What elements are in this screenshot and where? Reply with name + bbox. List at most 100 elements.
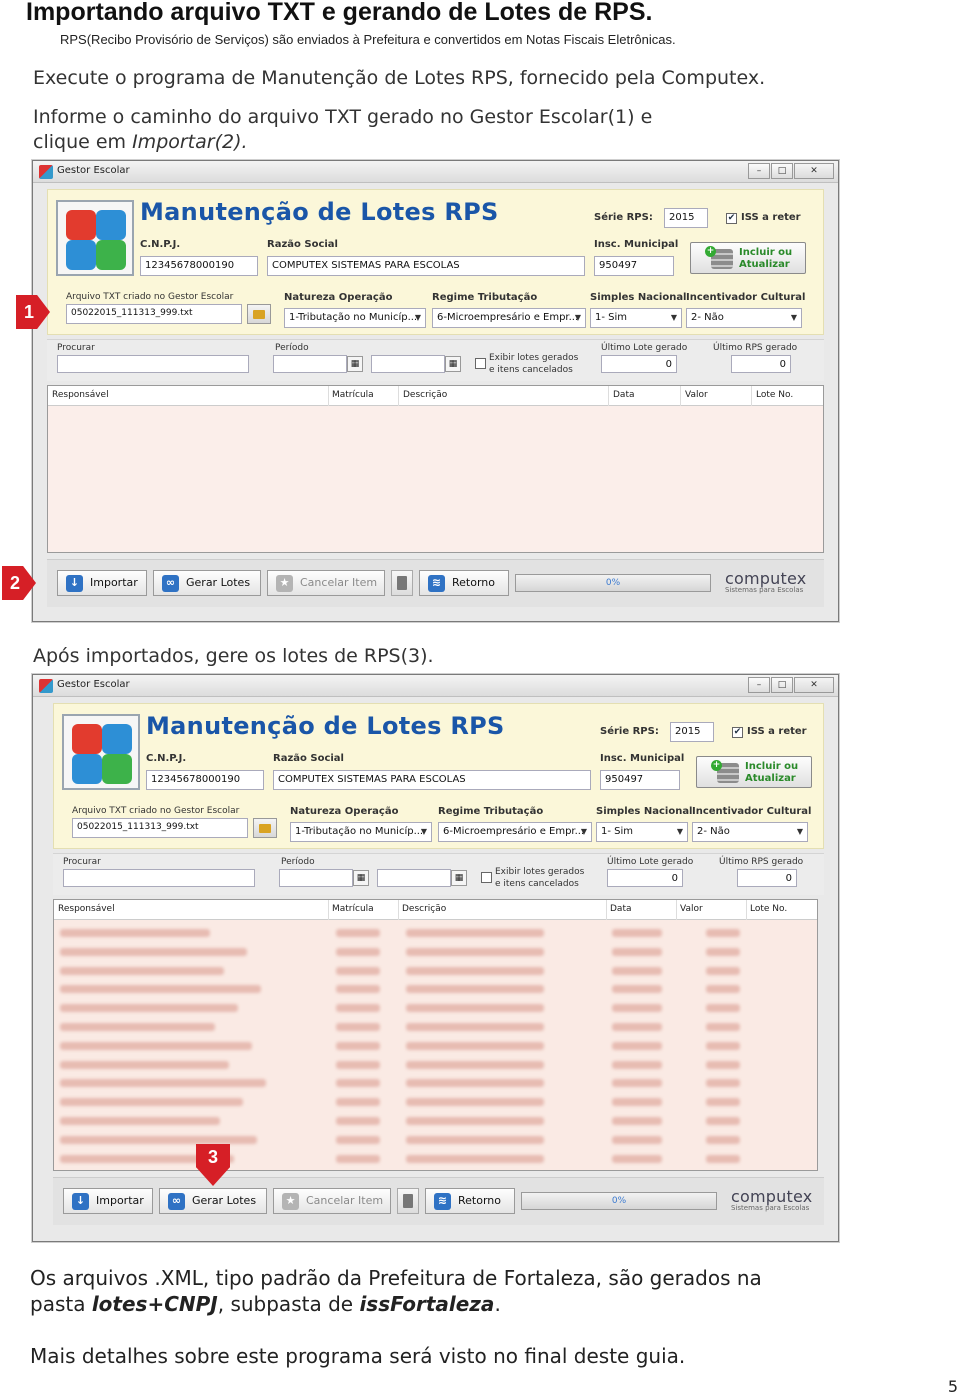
table-row[interactable] — [54, 1018, 817, 1036]
simples-select[interactable]: 1- Sim — [590, 308, 682, 328]
table-row[interactable] — [54, 1037, 817, 1055]
serie-input[interactable]: 2015 — [670, 722, 714, 742]
blurred-cell — [612, 1023, 662, 1031]
cnpj-field[interactable]: 12345678000190 — [140, 256, 258, 276]
calendar-icon[interactable]: ▦ — [353, 870, 369, 886]
insc-field[interactable]: 950497 — [600, 770, 680, 790]
exibir-checkbox[interactable] — [475, 358, 486, 369]
procurar-input[interactable] — [63, 869, 255, 887]
minimize-button[interactable]: – — [748, 163, 770, 179]
incentivador-select[interactable]: 2- Não — [692, 822, 808, 842]
incentivador-select[interactable]: 2- Não — [686, 308, 802, 328]
arquivo-input[interactable]: 05022015_111313_999.txt — [72, 818, 248, 838]
blurred-cell — [706, 947, 740, 956]
cnpj-label: C.N.P.J. — [146, 753, 187, 764]
calendar-icon[interactable]: ▦ — [445, 356, 461, 372]
blurred-cell — [60, 1117, 220, 1125]
blurred-cell — [336, 985, 380, 994]
periodo-end-input[interactable] — [371, 355, 445, 373]
app-icon — [39, 165, 53, 179]
simples-select[interactable]: 1- Sim — [596, 822, 688, 842]
instruction-step2-prefix: clique em — [33, 131, 133, 153]
col-data[interactable]: Data — [613, 390, 635, 400]
procurar-label: Procurar — [57, 343, 95, 353]
calendar-icon[interactable]: ▦ — [347, 356, 363, 372]
arquivo-input[interactable]: 05022015_111313_999.txt — [66, 304, 242, 324]
importar-button[interactable]: ↓ Importar — [63, 1188, 153, 1214]
regime-select[interactable]: 6-Microempresário e Empr... — [438, 822, 592, 842]
folder-icon[interactable] — [247, 304, 271, 324]
blurred-cell — [706, 966, 740, 975]
col-matricula[interactable]: Matrícula — [332, 904, 374, 914]
folder-icon[interactable] — [253, 818, 277, 838]
col-lote[interactable]: Lote No. — [756, 390, 793, 400]
maximize-button[interactable]: □ — [771, 677, 793, 693]
gerar-lotes-button[interactable]: ∞ Gerar Lotes — [153, 570, 261, 596]
col-responsavel[interactable]: Responsável — [58, 904, 115, 914]
table-row[interactable] — [54, 1150, 817, 1168]
close-button[interactable]: ✕ — [794, 163, 834, 179]
blurred-cell — [612, 1154, 662, 1163]
table-row[interactable] — [54, 1056, 817, 1074]
footer-line3: Mais detalhes sobre este programa será v… — [30, 1344, 686, 1368]
maximize-button[interactable]: □ — [771, 163, 793, 179]
cancelar-item-button[interactable]: ★ Cancelar Item — [267, 570, 385, 596]
blurred-cell — [406, 1023, 544, 1031]
natureza-select[interactable]: 1-Tributação no Municíp... — [290, 822, 432, 842]
exibir-checkbox[interactable] — [481, 872, 492, 883]
razao-field[interactable]: COMPUTEX SISTEMAS PARA ESCOLAS — [267, 256, 585, 276]
col-matricula[interactable]: Matrícula — [332, 390, 374, 400]
periodo-start-input[interactable] — [279, 869, 353, 887]
regime-select[interactable]: 6-Microempresário e Empr... — [432, 308, 586, 328]
col-responsavel[interactable]: Responsável — [52, 390, 109, 400]
cancelar-item-button[interactable]: ★ Cancelar Item — [273, 1188, 391, 1214]
table-row[interactable] — [54, 962, 817, 980]
col-valor[interactable]: Valor — [680, 904, 703, 914]
iss-checkbox[interactable]: ✔ — [726, 213, 737, 224]
iss-checkbox[interactable]: ✔ — [732, 727, 743, 738]
gerar-lotes-button[interactable]: ∞ Gerar Lotes — [159, 1188, 267, 1214]
cnpj-field[interactable]: 12345678000190 — [146, 770, 264, 790]
download-icon: ↓ — [72, 1193, 89, 1210]
blurred-cell — [406, 1154, 544, 1163]
table-row[interactable] — [54, 1093, 817, 1111]
blurred-cell — [406, 947, 544, 956]
blurred-cell — [406, 985, 544, 994]
blurred-cell — [336, 929, 380, 937]
table-row[interactable] — [54, 924, 817, 942]
table-row[interactable] — [54, 1131, 817, 1149]
col-lote[interactable]: Lote No. — [750, 904, 787, 914]
instruction-step2-emphasis: Importar(2). — [132, 131, 248, 153]
page-number: 5 — [947, 1377, 958, 1396]
col-data[interactable]: Data — [610, 904, 632, 914]
table-row[interactable] — [54, 999, 817, 1017]
periodo-start-input[interactable] — [273, 355, 347, 373]
natureza-select[interactable]: 1-Tributação no Municíp... — [284, 308, 426, 328]
col-valor[interactable]: Valor — [685, 390, 708, 400]
incluir-atualizar-button[interactable]: + Incluir ou Atualizar — [690, 242, 806, 274]
retorno-button[interactable]: ≋ Retorno — [419, 570, 509, 596]
razao-field[interactable]: COMPUTEX SISTEMAS PARA ESCOLAS — [273, 770, 591, 790]
insc-field[interactable]: 950497 — [594, 256, 674, 276]
col-descricao[interactable]: Descrição — [402, 904, 446, 914]
puzzle-logo-icon — [62, 714, 140, 790]
razao-label: Razão Social — [273, 753, 344, 764]
importar-button[interactable]: ↓ Importar — [57, 570, 147, 596]
periodo-end-input[interactable] — [377, 869, 451, 887]
blurred-cell — [706, 1041, 740, 1050]
close-button[interactable]: ✕ — [794, 677, 834, 693]
retorno-button[interactable]: ≋ Retorno — [425, 1188, 515, 1214]
table-row[interactable] — [54, 943, 817, 961]
serie-input[interactable]: 2015 — [664, 208, 708, 228]
minimize-button[interactable]: – — [748, 677, 770, 693]
table-row[interactable] — [54, 980, 817, 998]
incluir-atualizar-button[interactable]: + Incluir ou Atualizar — [696, 756, 812, 788]
blurred-cell — [336, 1135, 380, 1144]
trash-icon[interactable] — [391, 570, 413, 596]
trash-icon[interactable] — [397, 1188, 419, 1214]
col-descricao[interactable]: Descrição — [403, 390, 447, 400]
procurar-input[interactable] — [57, 355, 249, 373]
calendar-icon[interactable]: ▦ — [451, 870, 467, 886]
table-row[interactable] — [54, 1112, 817, 1130]
table-row[interactable] — [54, 1074, 817, 1092]
